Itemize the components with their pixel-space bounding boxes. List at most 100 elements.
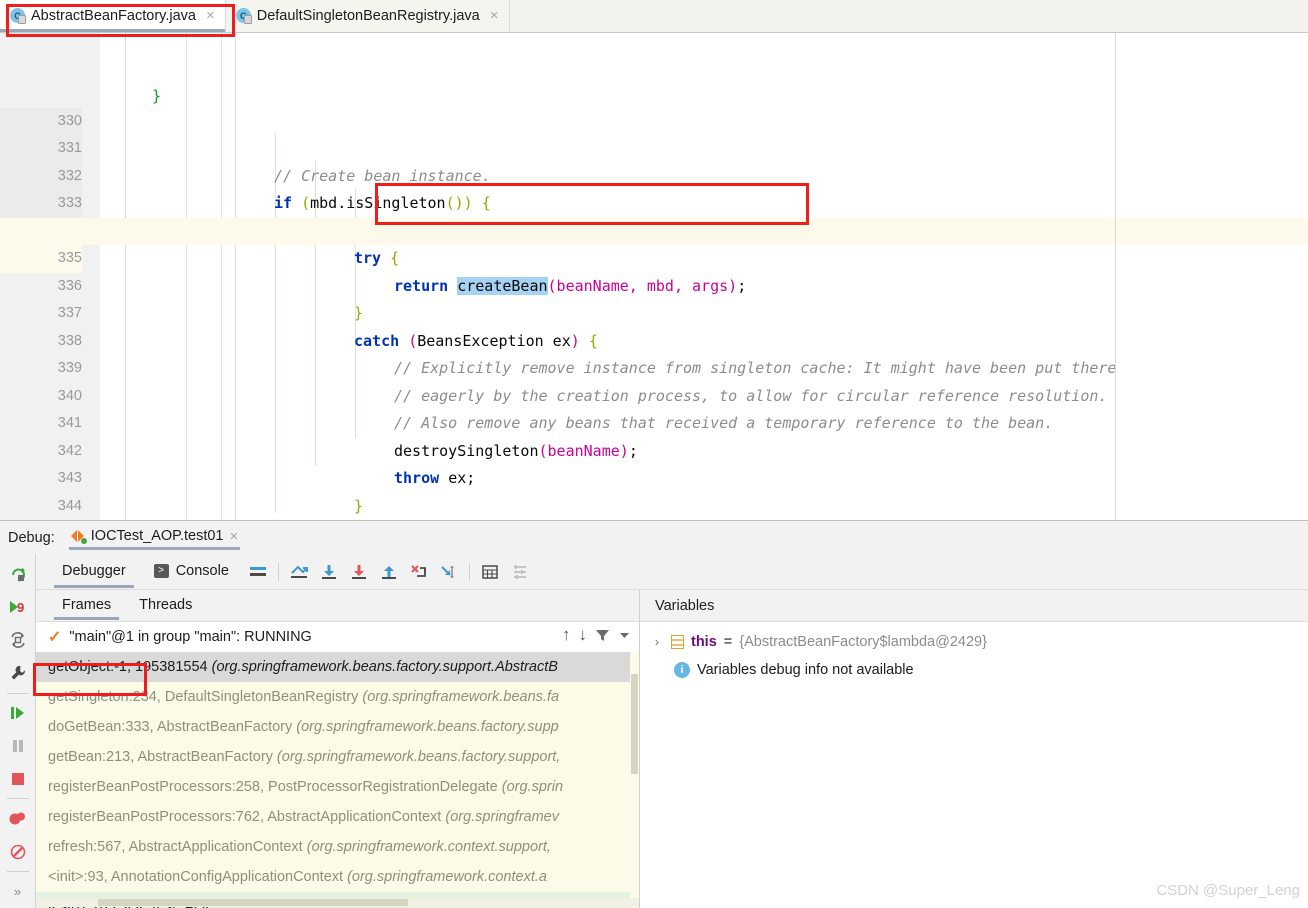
code-editor[interactable]: } 330 331 // Create bean instance. 332 i… xyxy=(0,33,1308,520)
code-line-344[interactable]: 344 }); xyxy=(0,465,1308,514)
call-stack-frames-list[interactable]: getObject:-1, 195381554 (org.springframe… xyxy=(36,652,639,908)
variables-info-text: Variables debug info not available xyxy=(697,662,914,678)
variable-value: {AbstractBeanFactory$lambda@2429} xyxy=(739,634,987,650)
code-line-333[interactable]: 333 sharedInstance = getSingleton(beanNa… xyxy=(0,163,1308,240)
code-line-339[interactable]: 339 // eagerly by the creation process, … xyxy=(0,328,1308,405)
debug-tool-window: Debug: IOCTest_AOP.test01 × 9 » Debugger… xyxy=(0,520,1308,908)
step-into-icon[interactable] xyxy=(344,557,374,587)
editor-right-border xyxy=(1115,33,1116,520)
close-icon[interactable]: × xyxy=(229,528,238,545)
list-item[interactable]: registerBeanPostProcessors:762, Abstract… xyxy=(36,802,639,832)
thread-label: "main"@1 in group "main": RUNNING xyxy=(69,629,312,645)
code-line-345[interactable]: 345 beanInstance = getObjectForBeanInsta… xyxy=(0,493,1308,521)
scrollbar-thumb[interactable] xyxy=(631,674,638,774)
variable-name: this xyxy=(691,634,717,650)
thread-selector[interactable]: ✓ "main"@1 in group "main": RUNNING ↑ ↓ xyxy=(36,622,639,652)
chevron-right-icon[interactable]: › xyxy=(650,635,664,649)
tab-threads[interactable]: Threads xyxy=(125,592,206,620)
frame-text: registerBeanPostProcessors:258, PostProc… xyxy=(48,779,502,795)
code-line-341[interactable]: 341 destroySingleton(beanName); xyxy=(0,383,1308,460)
frame-text: refresh:567, AbstractApplicationContext xyxy=(48,839,307,855)
mute-breakpoints-strike-icon[interactable] xyxy=(0,835,36,868)
frame-package: (org.sprin xyxy=(501,779,564,795)
code-line-340[interactable]: 340 // Also remove any beans that receiv… xyxy=(0,355,1308,433)
force-step-into-icon[interactable] xyxy=(404,557,434,587)
debug-side-toolbar[interactable]: 9 » xyxy=(0,554,36,908)
pause-program-icon[interactable] xyxy=(0,730,36,763)
frame-package: (org.springframework.beans.factory.supp xyxy=(296,719,559,735)
breakpoints-9-icon[interactable]: 9 xyxy=(0,591,36,624)
debugger-toolbar[interactable]: Debugger > Console xyxy=(36,554,1308,590)
tab-debugger-label: Debugger xyxy=(62,562,126,579)
variables-panel-header: Variables xyxy=(640,590,1308,622)
frame-text: doGetBean:333, AbstractBeanFactory xyxy=(48,719,297,735)
code-line-334[interactable]: 334 try { xyxy=(0,190,1308,267)
tab-frames[interactable]: Frames xyxy=(48,592,125,620)
chevron-down-icon[interactable] xyxy=(618,629,631,642)
code-line-343[interactable]: 343 } xyxy=(0,438,1308,515)
mute-breakpoints-icon[interactable] xyxy=(243,557,273,587)
list-item[interactable]: getSingleton:234, DefaultSingletonBeanRe… xyxy=(36,682,639,712)
stop-icon[interactable] xyxy=(0,762,36,795)
watermark: CSDN @Super_Leng xyxy=(1156,882,1300,899)
frame-package: (org.springframev xyxy=(445,809,559,825)
variable-equals: = xyxy=(723,634,733,650)
svg-text:9: 9 xyxy=(17,600,24,615)
list-item[interactable]: doGetBean:333, AbstractBeanFactory (org.… xyxy=(36,712,639,742)
show-execution-point-icon[interactable] xyxy=(284,557,314,587)
arrow-up-icon[interactable]: ↑ xyxy=(562,625,571,645)
code-line-342[interactable]: 342 throw ex; xyxy=(0,410,1308,488)
editor-tab-bar: C AbstractBeanFactory.java × C DefaultSi… xyxy=(0,0,1308,33)
expand-icon[interactable]: » xyxy=(0,875,36,908)
restart-icon[interactable] xyxy=(0,624,36,657)
console-icon: > xyxy=(153,563,169,578)
variables-title: Variables xyxy=(655,597,715,614)
settings-wrench-icon[interactable] xyxy=(0,657,36,690)
rerun-icon[interactable] xyxy=(0,558,36,591)
frames-horizontal-scrollbar[interactable] xyxy=(36,898,639,907)
run-to-cursor-icon[interactable] xyxy=(434,557,464,587)
info-icon: i xyxy=(674,662,690,678)
list-item[interactable]: refresh:567, AbstractApplicationContext … xyxy=(36,832,639,862)
filter-icon[interactable] xyxy=(595,628,610,643)
variables-panel[interactable]: › this = {AbstractBeanFactory$lambda@242… xyxy=(640,622,1308,908)
step-over-icon[interactable] xyxy=(314,557,344,587)
code-line-338[interactable]: 338 // Explicitly remove instance from s… xyxy=(0,300,1308,378)
list-item[interactable]: registerBeanPostProcessors:258, PostProc… xyxy=(36,772,639,802)
code-line-332[interactable]: 332 if (mbd.isSingleton()) { xyxy=(0,135,1308,212)
editor-tab-defaultsingletonbeanregistry[interactable]: C DefaultSingletonBeanRegistry.java × xyxy=(225,0,510,32)
frame-package: (org.springframework.beans.fa xyxy=(362,689,560,705)
view-breakpoints-icon[interactable] xyxy=(0,802,36,835)
java-class-icon: C xyxy=(10,8,26,24)
thread-actions[interactable]: ↑ ↓ xyxy=(562,625,631,645)
list-item[interactable]: <init>:93, AnnotationConfigApplicationCo… xyxy=(36,862,639,892)
code-line-329[interactable]: } xyxy=(0,33,1308,105)
code-line-335[interactable]: 335 return createBean(beanName, mbd, arg… xyxy=(0,217,1308,295)
code-line-330[interactable]: 330 xyxy=(0,80,1308,135)
resume-program-icon[interactable] xyxy=(0,697,36,730)
scrollbar-thumb[interactable] xyxy=(98,899,408,906)
editor-tab-abstractbeanfactory[interactable]: C AbstractBeanFactory.java × xyxy=(0,0,226,32)
debug-run-config-tab[interactable]: IOCTest_AOP.test01 × xyxy=(65,526,244,550)
tab-debugger[interactable]: Debugger xyxy=(48,556,140,588)
variable-row-this[interactable]: › this = {AbstractBeanFactory$lambda@242… xyxy=(640,628,1308,656)
list-item[interactable]: getBean:213, AbstractBeanFactory (org.sp… xyxy=(36,742,639,772)
close-icon[interactable]: × xyxy=(206,8,215,23)
code-line-331[interactable]: 331 // Create bean instance. xyxy=(0,108,1308,185)
run-config-label: IOCTest_AOP.test01 xyxy=(90,528,224,544)
fold-markers[interactable] xyxy=(96,33,116,520)
close-icon[interactable]: × xyxy=(490,8,499,23)
tab-console[interactable]: > Console xyxy=(140,556,243,588)
arrow-down-icon[interactable]: ↓ xyxy=(579,625,588,645)
debug-label: Debug: xyxy=(8,529,55,546)
code-line-337[interactable]: 337 catch (BeansException ex) { xyxy=(0,273,1308,350)
evaluate-expression-icon[interactable] xyxy=(475,557,505,587)
editor-tab-label: DefaultSingletonBeanRegistry.java xyxy=(256,7,480,24)
code-line-336[interactable]: 336 } xyxy=(0,245,1308,323)
frames-threads-tabs[interactable]: Frames Threads xyxy=(36,590,639,622)
step-out-icon[interactable] xyxy=(374,557,404,587)
frame-package: (org.springframework.context.a xyxy=(347,869,547,885)
frames-vertical-scrollbar[interactable] xyxy=(630,652,639,908)
settings-icon[interactable] xyxy=(505,557,535,587)
list-item[interactable]: getObject:-1, 195381554 (org.springframe… xyxy=(36,652,639,682)
